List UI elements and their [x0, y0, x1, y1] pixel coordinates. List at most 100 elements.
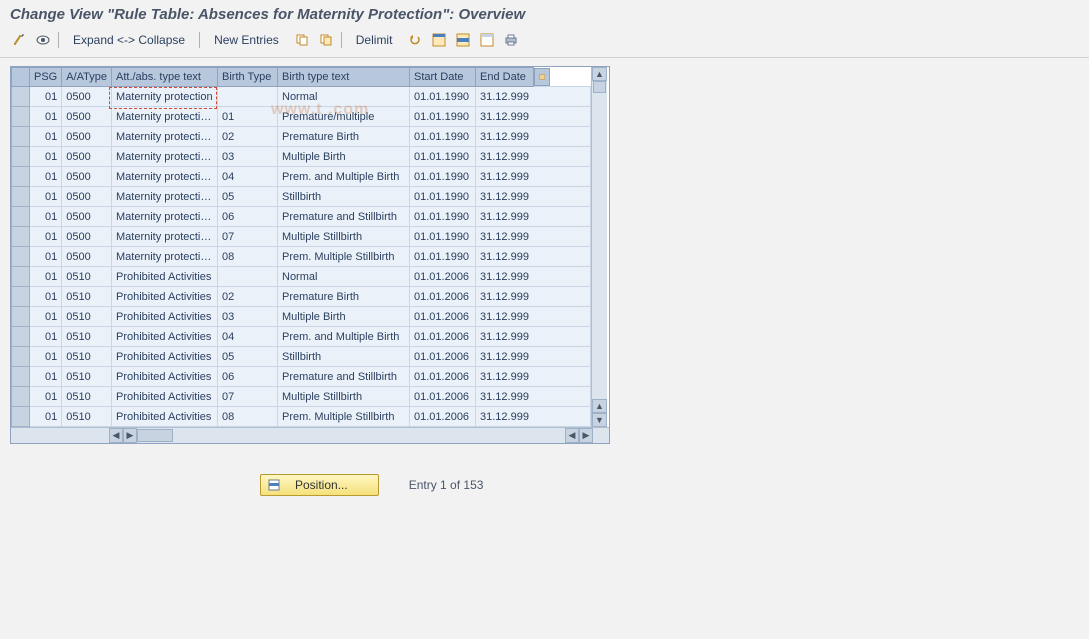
- row-selector[interactable]: [12, 367, 30, 387]
- cell-start[interactable]: 01.01.1990: [410, 187, 476, 207]
- cell-atype[interactable]: 0510: [62, 287, 112, 307]
- cell-end[interactable]: 31.12.999: [476, 367, 591, 387]
- cell-end[interactable]: 31.12.999: [476, 307, 591, 327]
- cell-btype[interactable]: 06: [218, 207, 278, 227]
- cell-btext[interactable]: Stillbirth: [278, 347, 410, 367]
- new-entries-button[interactable]: New Entries: [206, 31, 287, 49]
- horizontal-scrollbar-left[interactable]: ◀ ▶: [109, 428, 207, 443]
- cell-atext[interactable]: Prohibited Activities: [112, 287, 218, 307]
- cell-atext[interactable]: Prohibited Activities: [112, 347, 218, 367]
- deselect-all-icon[interactable]: [478, 31, 496, 49]
- row-selector[interactable]: [12, 127, 30, 147]
- cell-psg[interactable]: 01: [30, 167, 62, 187]
- cell-btext[interactable]: Multiple Birth: [278, 147, 410, 167]
- cell-atext[interactable]: Maternity protection: [112, 87, 218, 107]
- cell-end[interactable]: 31.12.999: [476, 387, 591, 407]
- cell-psg[interactable]: 01: [30, 367, 62, 387]
- cell-atype[interactable]: 0500: [62, 247, 112, 267]
- cell-atype[interactable]: 0500: [62, 107, 112, 127]
- cell-atype[interactable]: 0500: [62, 227, 112, 247]
- cell-end[interactable]: 31.12.999: [476, 327, 591, 347]
- row-selector[interactable]: [12, 167, 30, 187]
- row-selector[interactable]: [12, 147, 30, 167]
- row-selector[interactable]: [12, 307, 30, 327]
- row-selector[interactable]: [12, 267, 30, 287]
- cell-end[interactable]: 31.12.999: [476, 407, 591, 427]
- cell-end[interactable]: 31.12.999: [476, 167, 591, 187]
- table-row[interactable]: 010500Maternity protecti…03Multiple Birt…: [12, 147, 591, 167]
- cell-psg[interactable]: 01: [30, 347, 62, 367]
- cell-btext[interactable]: Premature Birth: [278, 287, 410, 307]
- cell-btext[interactable]: Multiple Birth: [278, 307, 410, 327]
- cell-btext[interactable]: Prem. and Multiple Birth: [278, 327, 410, 347]
- row-selector[interactable]: [12, 287, 30, 307]
- table-row[interactable]: 010500Maternity protecti…07Multiple Stil…: [12, 227, 591, 247]
- cell-psg[interactable]: 01: [30, 407, 62, 427]
- cell-start[interactable]: 01.01.1990: [410, 107, 476, 127]
- cell-btype[interactable]: 01: [218, 107, 278, 127]
- copy-as-icon[interactable]: [317, 31, 335, 49]
- cell-atype[interactable]: 0510: [62, 347, 112, 367]
- cell-start[interactable]: 01.01.1990: [410, 127, 476, 147]
- cell-btype[interactable]: 06: [218, 367, 278, 387]
- cell-atype[interactable]: 0500: [62, 147, 112, 167]
- cell-atext[interactable]: Maternity protecti…: [112, 147, 218, 167]
- row-selector[interactable]: [12, 327, 30, 347]
- table-row[interactable]: 010510Prohibited Activities02Premature B…: [12, 287, 591, 307]
- cell-psg[interactable]: 01: [30, 187, 62, 207]
- col-psg[interactable]: PSG: [30, 68, 62, 87]
- table-row[interactable]: 010500Maternity protecti…04Prem. and Mul…: [12, 167, 591, 187]
- cell-start[interactable]: 01.01.1990: [410, 87, 476, 107]
- row-selector[interactable]: [12, 387, 30, 407]
- cell-end[interactable]: 31.12.999: [476, 207, 591, 227]
- cell-start[interactable]: 01.01.1990: [410, 227, 476, 247]
- cell-atype[interactable]: 0500: [62, 207, 112, 227]
- col-start[interactable]: Start Date: [410, 68, 476, 87]
- cell-btext[interactable]: Premature and Stillbirth: [278, 207, 410, 227]
- col-btype[interactable]: Birth Type: [218, 68, 278, 87]
- cell-atype[interactable]: 0510: [62, 387, 112, 407]
- horizontal-scrollbar-right[interactable]: ◀ ▶: [565, 428, 593, 443]
- hscroll-right-icon[interactable]: ▶: [579, 428, 593, 443]
- cell-btext[interactable]: Stillbirth: [278, 187, 410, 207]
- cell-psg[interactable]: 01: [30, 107, 62, 127]
- cell-btype[interactable]: 03: [218, 307, 278, 327]
- cell-atext[interactable]: Maternity protecti…: [112, 207, 218, 227]
- cell-btext[interactable]: Premature and Stillbirth: [278, 367, 410, 387]
- cell-btext[interactable]: Premature/multiple: [278, 107, 410, 127]
- configure-columns-icon[interactable]: [534, 68, 550, 86]
- cell-atext[interactable]: Maternity protecti…: [112, 127, 218, 147]
- cell-btype[interactable]: 08: [218, 407, 278, 427]
- cell-start[interactable]: 01.01.1990: [410, 147, 476, 167]
- cell-end[interactable]: 31.12.999: [476, 187, 591, 207]
- cell-btext[interactable]: Multiple Stillbirth: [278, 227, 410, 247]
- cell-end[interactable]: 31.12.999: [476, 127, 591, 147]
- cell-atext[interactable]: Maternity protecti…: [112, 247, 218, 267]
- cell-atext[interactable]: Prohibited Activities: [112, 307, 218, 327]
- scroll-down-icon[interactable]: ▼: [592, 413, 607, 427]
- row-selector[interactable]: [12, 107, 30, 127]
- col-atext[interactable]: Att./abs. type text: [112, 68, 218, 87]
- cell-psg[interactable]: 01: [30, 207, 62, 227]
- cell-btext[interactable]: Prem. Multiple Stillbirth: [278, 407, 410, 427]
- cell-end[interactable]: 31.12.999: [476, 227, 591, 247]
- row-selector[interactable]: [12, 347, 30, 367]
- row-selector[interactable]: [12, 227, 30, 247]
- cell-start[interactable]: 01.01.1990: [410, 207, 476, 227]
- table-row[interactable]: 010500Maternity protecti…01Premature/mul…: [12, 107, 591, 127]
- scroll-track[interactable]: [592, 81, 607, 399]
- cell-atext[interactable]: Prohibited Activities: [112, 367, 218, 387]
- cell-start[interactable]: 01.01.2006: [410, 307, 476, 327]
- vertical-scrollbar[interactable]: ▲ ▲ ▼: [591, 67, 607, 427]
- hscroll-right-icon[interactable]: ▶: [123, 428, 137, 443]
- table-row[interactable]: 010500Maternity protecti…08Prem. Multipl…: [12, 247, 591, 267]
- cell-end[interactable]: 31.12.999: [476, 247, 591, 267]
- table-row[interactable]: 010510Prohibited Activities04Prem. and M…: [12, 327, 591, 347]
- hscroll-thumb[interactable]: [137, 429, 173, 442]
- cell-atext[interactable]: Prohibited Activities: [112, 327, 218, 347]
- toggle-display-icon[interactable]: [10, 31, 28, 49]
- delimit-button[interactable]: Delimit: [348, 31, 401, 49]
- cell-psg[interactable]: 01: [30, 287, 62, 307]
- cell-psg[interactable]: 01: [30, 267, 62, 287]
- cell-start[interactable]: 01.01.2006: [410, 367, 476, 387]
